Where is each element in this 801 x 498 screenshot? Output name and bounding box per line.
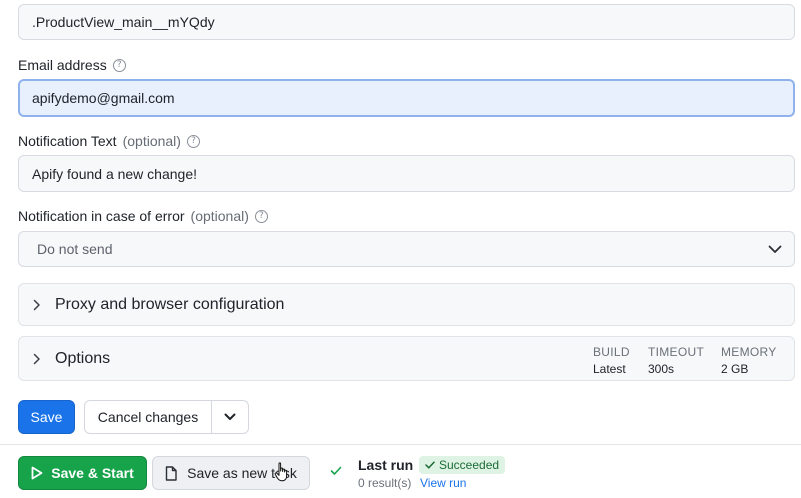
- build-value: Latest: [593, 362, 626, 376]
- check-icon: [330, 466, 342, 476]
- view-run-link[interactable]: View run: [420, 476, 466, 490]
- more-actions-button[interactable]: [211, 400, 249, 434]
- chevron-right-icon: [33, 353, 43, 365]
- email-label-text: Email address: [18, 57, 107, 73]
- email-field-value: apifydemo@gmail.com: [32, 90, 175, 106]
- notification-text-label-text: Notification Text: [18, 133, 117, 149]
- save-and-start-label: Save & Start: [51, 465, 134, 481]
- hand-cursor-icon: [274, 462, 290, 487]
- save-and-start-button[interactable]: Save & Start: [18, 456, 147, 490]
- last-run-label: Last run: [358, 457, 414, 473]
- timeout-meta: TIMEOUT 300s: [648, 345, 704, 376]
- save-button[interactable]: Save: [18, 400, 75, 434]
- document-icon: [165, 465, 177, 481]
- optional-hint: (optional): [122, 133, 181, 149]
- cancel-changes-button[interactable]: Cancel changes: [84, 400, 212, 434]
- build-key: BUILD: [593, 345, 630, 359]
- selector-field-value: .ProductView_main__mYQdy: [32, 14, 215, 30]
- status-badge: Succeeded: [419, 456, 506, 474]
- memory-key: MEMORY: [721, 345, 777, 359]
- proxy-config-section[interactable]: Proxy and browser configuration: [18, 283, 795, 326]
- build-meta: BUILD Latest: [593, 345, 630, 376]
- timeout-value: 300s: [648, 362, 675, 376]
- proxy-config-label: Proxy and browser configuration: [55, 295, 285, 313]
- notification-error-label-text: Notification in case of error: [18, 208, 185, 224]
- notification-error-select[interactable]: Do not send: [18, 231, 795, 267]
- notification-text-label: Notification Text (optional) ?: [18, 133, 200, 149]
- memory-meta: MEMORY 2 GB: [721, 345, 777, 376]
- status-badge-text: Succeeded: [439, 458, 500, 472]
- optional-hint: (optional): [190, 208, 249, 224]
- options-label: Options: [55, 349, 111, 367]
- question-circle-icon[interactable]: ?: [112, 58, 126, 72]
- chevron-down-icon: [768, 245, 782, 254]
- check-icon: [425, 461, 435, 469]
- chevron-down-icon: [224, 413, 236, 421]
- question-circle-icon[interactable]: ?: [186, 134, 200, 148]
- question-circle-icon[interactable]: ?: [254, 209, 268, 223]
- notification-error-label: Notification in case of error (optional)…: [18, 208, 268, 224]
- selector-field[interactable]: .ProductView_main__mYQdy: [18, 4, 795, 40]
- timeout-key: TIMEOUT: [648, 345, 705, 359]
- play-icon: [31, 466, 43, 480]
- options-section[interactable]: Options BUILD Latest TIMEOUT 300s MEMORY…: [18, 336, 795, 381]
- memory-value: 2 GB: [721, 362, 749, 376]
- email-label: Email address ?: [18, 57, 126, 73]
- notification-text-field[interactable]: Apify found a new change!: [18, 155, 795, 192]
- chevron-right-icon: [33, 299, 43, 311]
- results-count: 0 result(s): [358, 476, 412, 490]
- email-field[interactable]: apifydemo@gmail.com: [18, 79, 795, 117]
- notification-error-selected: Do not send: [37, 241, 113, 257]
- notification-text-value: Apify found a new change!: [32, 165, 198, 182]
